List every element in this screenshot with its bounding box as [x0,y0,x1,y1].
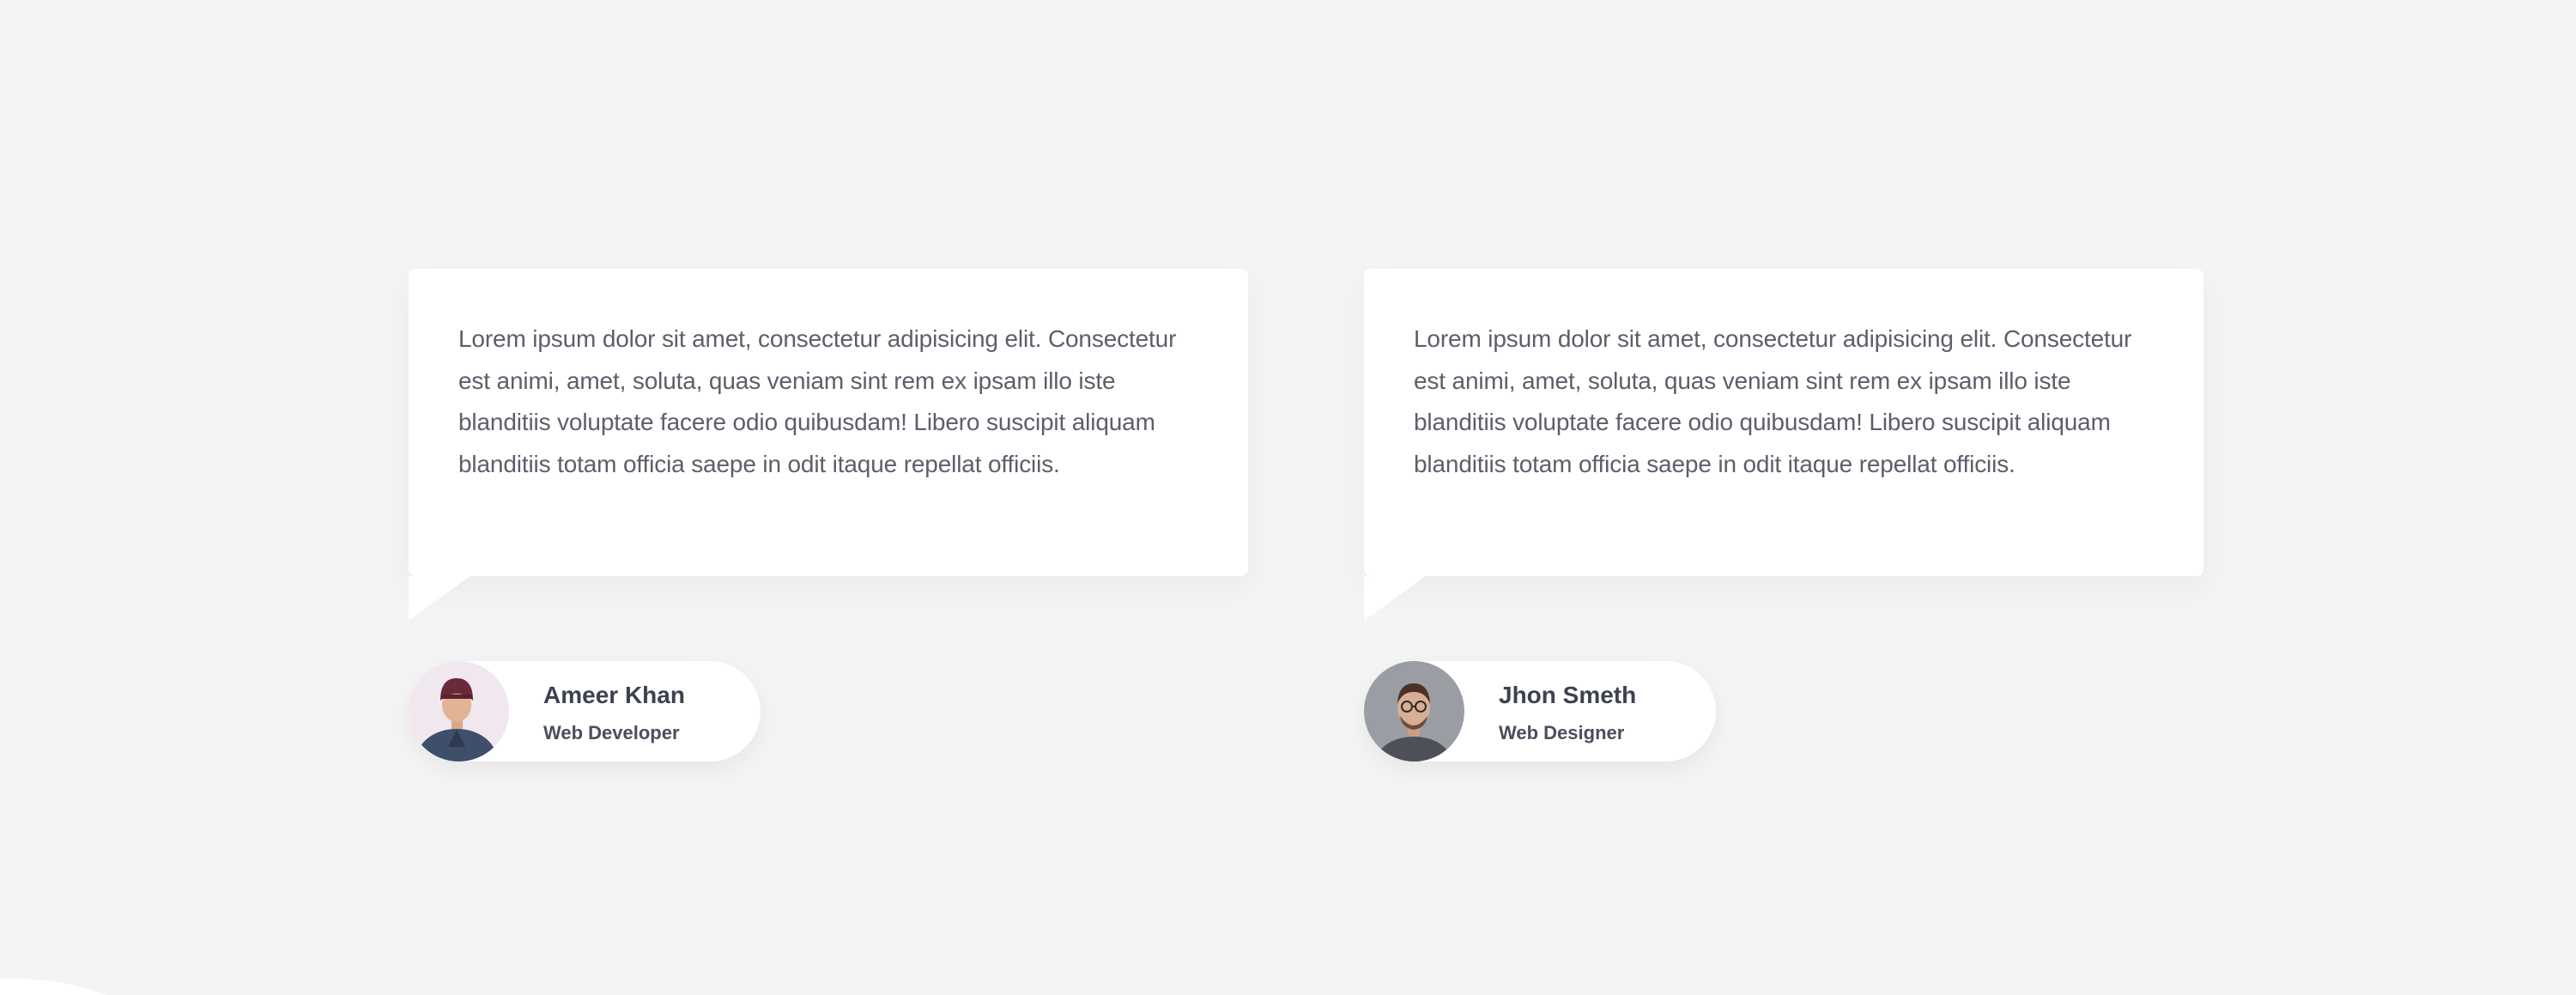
avatar [1364,661,1464,761]
person-avatar-icon [409,661,509,761]
author-role: Web Designer [1499,722,1625,743]
testimonial-quote: Lorem ipsum dolor sit amet, consectetur … [1414,325,2132,477]
person-avatar-icon [1364,661,1464,761]
quote-bubble: Lorem ipsum dolor sit amet, consectetur … [1364,269,2203,576]
testimonials-section: Lorem ipsum dolor sit amet, consectetur … [0,0,2576,995]
bubble-tail-icon [409,576,470,621]
author-role: Web Developer [543,722,680,743]
avatar [409,661,509,761]
author-name: Ameer Khan [543,682,685,708]
quote-bubble: Lorem ipsum dolor sit amet, consectetur … [409,269,1248,576]
testimonial-card: Lorem ipsum dolor sit amet, consectetur … [1364,269,2203,761]
testimonial-card: Lorem ipsum dolor sit amet, consectetur … [409,269,1248,761]
author-badge: Jhon Smeth Web Designer [1364,661,1716,761]
author-name: Jhon Smeth [1499,682,1637,708]
bubble-tail-icon [1364,576,1426,621]
author-badge: Ameer Khan Web Developer [409,661,761,761]
decorative-wave-shape [0,978,107,995]
testimonial-quote: Lorem ipsum dolor sit amet, consectetur … [458,325,1177,477]
